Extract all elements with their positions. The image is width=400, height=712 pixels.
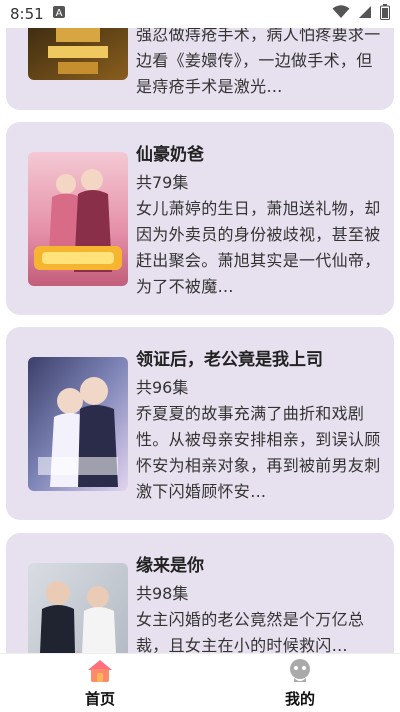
bottom-tab-bar: 首页 我的 bbox=[0, 653, 400, 712]
drama-poster[interactable] bbox=[28, 357, 128, 491]
drama-episode-count: 共96集 bbox=[136, 378, 189, 397]
drama-description: 强忍做痔疮手术，病人怕疼要求一边看《姜嬛传》，一边做手术，但是痔疮手术是激光… bbox=[136, 25, 381, 96]
battery-icon bbox=[380, 4, 390, 24]
drama-description: 乔夏夏的故事充满了曲折和戏剧性。从被母亲安排相亲，到误认顾怀安为相亲对象，再到被… bbox=[136, 404, 381, 501]
drama-title[interactable]: 缘来是你 bbox=[136, 551, 381, 576]
wifi-icon bbox=[332, 5, 350, 23]
tab-mine[interactable]: 我的 bbox=[200, 654, 400, 712]
drama-card[interactable]: 领证后，老公竟是我上司 共96集 乔夏夏的故事充满了曲折和戏剧性。从被母亲安排相… bbox=[6, 327, 394, 520]
tab-home[interactable]: 首页 bbox=[0, 654, 200, 712]
tab-mine-label: 我的 bbox=[284, 690, 315, 708]
drama-title[interactable]: 仙豪奶爸 bbox=[136, 140, 381, 165]
profile-icon bbox=[286, 658, 314, 688]
drama-card[interactable]: 缘来是你 共98集 女主闪婚的老公竟然是个万亿总裁，且女主在小的时候救闪… bbox=[6, 533, 394, 653]
drama-feed[interactable]: 强忍做痔疮手术，病人怕疼要求一边看《姜嬛传》，一边做手术，但是痔疮手术是激光… … bbox=[0, 0, 400, 653]
signal-icon bbox=[358, 5, 372, 23]
svg-text:A: A bbox=[55, 8, 62, 19]
tab-home-label: 首页 bbox=[84, 690, 115, 708]
drama-poster[interactable] bbox=[28, 20, 128, 80]
drama-episode-count: 共98集 bbox=[136, 584, 189, 603]
status-time: 8:51 bbox=[10, 5, 44, 23]
drama-poster[interactable] bbox=[28, 563, 128, 653]
drama-episode-count: 共79集 bbox=[136, 173, 189, 192]
drama-title[interactable]: 领证后，老公竟是我上司 bbox=[136, 345, 381, 370]
drama-poster[interactable] bbox=[28, 152, 128, 286]
drama-description: 女主闪婚的老公竟然是个万亿总裁，且女主在小的时候救闪… bbox=[136, 610, 365, 653]
drama-card[interactable]: 仙豪奶爸 共79集 女儿萧婷的生日，萧旭送礼物，却因为外卖员的身份被歧视，甚至被… bbox=[6, 122, 394, 315]
drama-description: 女儿萧婷的生日，萧旭送礼物，却因为外卖员的身份被歧视，甚至被赶出聚会。萧旭其实是… bbox=[136, 199, 381, 296]
status-bar: 8:51 A bbox=[0, 0, 400, 28]
notification-a-icon: A bbox=[52, 5, 66, 23]
home-icon bbox=[86, 658, 114, 688]
